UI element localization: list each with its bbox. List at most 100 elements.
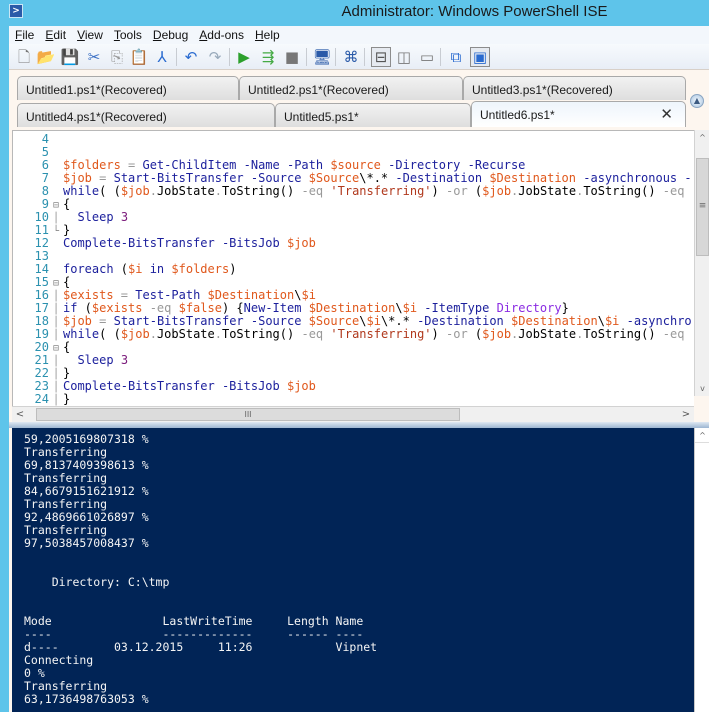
run-script-button[interactable]: ▶: [234, 47, 254, 67]
open-folder-icon: 📂: [36, 47, 56, 66]
tab-untitled5[interactable]: Untitled5.ps1*: [275, 103, 471, 127]
token-str: 'Transferring': [330, 184, 432, 198]
token-op: =: [113, 288, 136, 302]
show-console-pane-button[interactable]: ▣: [470, 47, 490, 67]
token-op: =: [91, 171, 114, 185]
tab-label: Untitled6.ps1*: [480, 108, 555, 122]
tab-untitled2[interactable]: Untitled2.ps1*(Recovered): [239, 76, 463, 100]
token-op: .: [149, 184, 157, 198]
token-txt: JobState: [156, 184, 215, 198]
scroll-thumb[interactable]: III: [36, 408, 460, 421]
scroll-down-icon[interactable]: v: [695, 381, 709, 396]
token-cmd: Start-BitsTransfer: [113, 314, 244, 328]
scroll-thumb[interactable]: ≡: [696, 158, 709, 256]
token-txt: ToString(): [583, 184, 663, 198]
broom-icon: ⅄: [157, 47, 167, 66]
token-num: 3: [120, 353, 129, 367]
token-par: -Source: [243, 171, 309, 185]
copy-icon: ⎘: [110, 47, 123, 66]
show-script-max-button[interactable]: ▭: [417, 47, 437, 67]
code-line: 19 │ while( ($job.JobState.ToString() -eq …: [13, 327, 692, 342]
paste-button[interactable]: 📋: [129, 47, 149, 67]
fold-guide: │: [52, 395, 60, 406]
title-bar: > Administrator: Windows PowerShell ISE: [0, 0, 709, 26]
token-txt: ): [229, 262, 237, 276]
cut-button[interactable]: ✂: [84, 47, 104, 67]
token-txt: {: [63, 275, 71, 289]
undo-button[interactable]: ↶: [181, 47, 201, 67]
token-num: 3: [120, 210, 129, 224]
token-txt: (: [77, 301, 92, 315]
menu-view[interactable]: View: [71, 26, 108, 44]
scroll-right-icon[interactable]: >: [678, 407, 694, 422]
new-file-button[interactable]: 🗋: [14, 47, 34, 67]
clear-console-button[interactable]: ⅄: [152, 47, 172, 67]
token-txt: }: [63, 392, 71, 406]
open-button[interactable]: 📂: [36, 47, 56, 67]
editor-vertical-scrollbar[interactable]: ^ ≡ v: [694, 130, 709, 396]
token-par: -ItemType: [417, 301, 497, 315]
new-remote-tab-button[interactable]: 🖥: [312, 47, 332, 67]
token-var: $job: [286, 379, 316, 393]
client-area: File Edit View Tools Debug Add-ons Help 🗋 📂 💾 ✂ ⎘ 📋…: [9, 26, 709, 712]
token-op: .: [214, 327, 222, 341]
menu-addons[interactable]: Add-ons: [193, 26, 249, 44]
token-txt: JobState: [518, 184, 577, 198]
console-pane[interactable]: 59,2005169807318 % Transferring 69,81374…: [12, 428, 694, 712]
token-var: $i: [402, 301, 418, 315]
menu-help[interactable]: Help: [249, 26, 285, 44]
token-var: $i: [301, 288, 316, 302]
token-txt: ( (: [99, 184, 121, 198]
show-script-right-button[interactable]: ◫: [394, 47, 414, 67]
save-icon: 💾: [60, 47, 80, 66]
script-tabs: Untitled1.ps1*(Recovered) Untitled2.ps1*…: [9, 71, 709, 129]
scroll-up-icon[interactable]: ^: [695, 428, 709, 443]
token-op: .: [214, 184, 222, 198]
scissors-icon: ✂: [87, 47, 101, 66]
editor-horizontal-scrollbar[interactable]: < III >: [12, 406, 694, 422]
save-button[interactable]: 💾: [60, 47, 80, 67]
layout-top-icon: ⊟: [374, 47, 388, 66]
tab-untitled3[interactable]: Untitled3.ps1*(Recovered): [463, 76, 686, 100]
token-op: -eq: [662, 184, 685, 198]
redo-button[interactable]: ↷: [205, 47, 225, 67]
close-tab-icon[interactable]: ✕: [660, 105, 673, 123]
menu-edit[interactable]: Edit: [39, 26, 71, 44]
menu-tools[interactable]: Tools: [108, 26, 147, 44]
start-powershell-button[interactable]: ⌘: [341, 47, 361, 67]
token-var: $Destination: [489, 171, 577, 185]
token-var: $i: [604, 314, 620, 328]
tab-label: Untitled5.ps1*: [284, 110, 359, 124]
run-selection-button[interactable]: ⇶: [258, 47, 278, 67]
console-vertical-scrollbar[interactable]: ^: [694, 428, 709, 712]
token-txt: {: [63, 340, 71, 354]
show-script-pane-button[interactable]: ⧉: [446, 47, 466, 67]
code-line: 4: [13, 133, 692, 146]
new-file-icon: 🗋: [17, 47, 31, 66]
token-var: $false: [178, 301, 222, 315]
show-script-top-button[interactable]: ⊟: [371, 47, 391, 67]
tab-untitled6[interactable]: Untitled6.ps1* ✕: [471, 101, 686, 127]
token-cmd: Start-BitsTransfer: [113, 171, 244, 185]
code-line: 10 │ Sleep 3: [13, 210, 692, 225]
token-txt: \: [395, 301, 403, 315]
token-txt: }: [63, 223, 71, 237]
tab-untitled4[interactable]: Untitled4.ps1*(Recovered): [17, 103, 275, 127]
menu-file[interactable]: File: [9, 26, 39, 44]
token-kw: while: [63, 184, 100, 198]
code-line: 21 │ Sleep 3: [13, 353, 692, 368]
token-txt: {: [63, 197, 71, 211]
scroll-up-icon[interactable]: ^: [695, 130, 709, 145]
run-selection-icon: ⇶: [261, 47, 275, 66]
token-op: -or: [446, 184, 468, 198]
tab-untitled1[interactable]: Untitled1.ps1*(Recovered): [17, 76, 239, 100]
tabs-scroll-up-button[interactable]: ▲: [690, 94, 704, 108]
copy-button[interactable]: ⎘: [107, 47, 127, 67]
stop-button[interactable]: ■: [282, 47, 302, 67]
token-cmd: Complete-BitsTransfer: [63, 379, 215, 393]
menu-debug[interactable]: Debug: [147, 26, 193, 44]
code-line: 12 Complete-BitsTransfer -BitsJob $job: [13, 237, 692, 250]
scroll-left-icon[interactable]: <: [12, 407, 28, 422]
script-editor[interactable]: 3456$folders = Get-ChildItem -Name -Path…: [12, 130, 694, 406]
